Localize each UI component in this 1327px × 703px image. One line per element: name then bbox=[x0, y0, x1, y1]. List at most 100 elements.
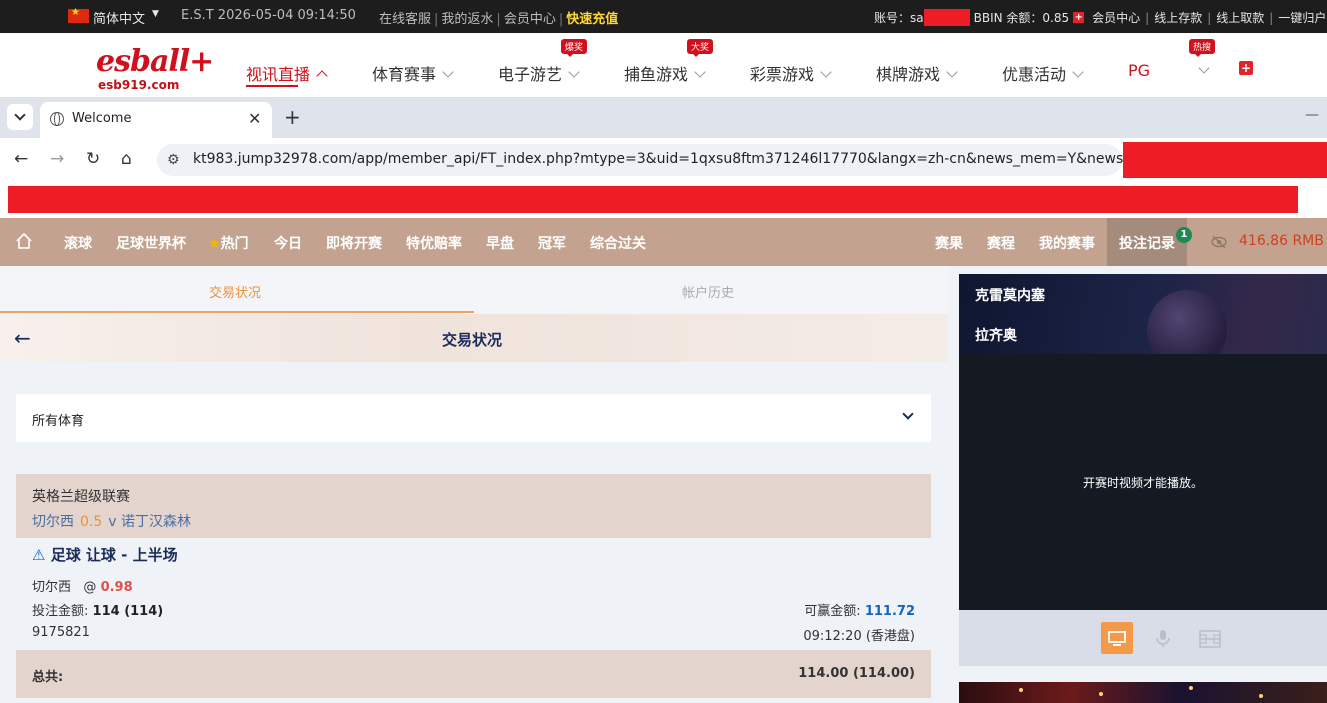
sports-nav: 滚球 足球世界杯 ★热门 今日 即将开赛 特优赔率 早盘 冠军 综合过关 赛果 … bbox=[0, 218, 1327, 266]
site-info-icon[interactable]: ⚙ bbox=[167, 152, 180, 168]
bbin-label: BBIN 余额： bbox=[973, 11, 1043, 25]
est-clock: E.S.T 2026-05-04 09:14:50 bbox=[181, 8, 356, 23]
back-arrow-icon[interactable]: ← bbox=[14, 149, 28, 169]
chevron-down-icon bbox=[902, 408, 914, 420]
back-arrow-icon[interactable]: ← bbox=[14, 326, 31, 350]
link-member-center[interactable]: 会员中心 bbox=[504, 12, 556, 27]
tv-icon[interactable] bbox=[1101, 622, 1133, 654]
video-message: 开赛时视频才能播放。 bbox=[1082, 476, 1203, 490]
nav-slots[interactable]: 电子游艺 bbox=[498, 61, 580, 85]
nav-bet-record[interactable]: 投注记录 bbox=[1119, 233, 1175, 253]
tab-account-history[interactable]: 帐户历史 bbox=[682, 282, 734, 301]
nav-lottery[interactable]: 彩票游戏 bbox=[750, 61, 832, 85]
microphone-icon[interactable] bbox=[1147, 622, 1179, 654]
video-controls bbox=[959, 610, 1327, 666]
nav-today[interactable]: 今日 bbox=[274, 233, 302, 253]
nav-schedule[interactable]: 赛程 bbox=[987, 233, 1015, 253]
win-value: 111.72 bbox=[864, 604, 915, 619]
handicap: 0.5 bbox=[80, 514, 103, 530]
chevron-up-icon bbox=[316, 70, 328, 82]
site-logo[interactable]: esball+ esb919.com bbox=[96, 47, 214, 93]
video-team-home: 克雷莫内塞 bbox=[975, 288, 1045, 304]
home-icon[interactable] bbox=[15, 232, 33, 250]
field-stats-icon[interactable] bbox=[1193, 622, 1225, 654]
bet-record-badge: 1 bbox=[1176, 227, 1192, 243]
link-online-service[interactable]: 在线客服 bbox=[379, 12, 431, 27]
close-icon[interactable]: ✕ bbox=[248, 109, 261, 128]
browser-tab-welcome[interactable]: Welcome ✕ bbox=[40, 102, 272, 138]
right-link-member[interactable]: 会员中心 bbox=[1092, 9, 1140, 26]
tab-transactions[interactable]: 交易状况 bbox=[209, 282, 261, 301]
home-icon[interactable]: ⌂ bbox=[121, 149, 132, 169]
url-text[interactable]: kt983.jump32978.com/app/member_api/FT_in… bbox=[193, 151, 1152, 167]
new-tab-button[interactable]: + bbox=[284, 105, 301, 129]
nav-sports[interactable]: 体育赛事 bbox=[372, 61, 454, 85]
away-team: 诺丁汉森林 bbox=[121, 514, 192, 530]
sport-filter-value: 所有体育 bbox=[32, 414, 85, 429]
nav-hot-search[interactable] bbox=[1192, 61, 1210, 80]
chevron-down-icon bbox=[694, 66, 706, 78]
language-selector[interactable]: 简体中文 bbox=[93, 8, 145, 27]
promo-banner[interactable] bbox=[959, 682, 1327, 703]
reload-icon[interactable]: ↻ bbox=[86, 149, 100, 169]
right-link-deposit[interactable]: 线上存款 bbox=[1154, 9, 1202, 26]
caret-down-icon[interactable]: ▼ bbox=[152, 9, 159, 19]
nav-promotions[interactable]: 优惠活动 bbox=[1002, 61, 1084, 85]
nav-results[interactable]: 赛果 bbox=[935, 233, 963, 253]
tab-search-dropdown[interactable] bbox=[7, 104, 33, 130]
forward-arrow-icon[interactable]: → bbox=[50, 149, 64, 169]
nav-my-events[interactable]: 我的赛事 bbox=[1039, 233, 1095, 253]
video-header: 克雷莫内塞 拉齐奥 bbox=[959, 274, 1327, 354]
refresh-balance-icon[interactable]: + bbox=[1073, 12, 1085, 23]
minimize-icon[interactable]: — bbox=[1305, 107, 1319, 123]
odds-value: 0.98 bbox=[100, 580, 133, 595]
nav-best-odds[interactable]: 特优赔率 bbox=[406, 233, 462, 253]
logo-domain: esb919.com bbox=[98, 78, 180, 92]
right-link-withdraw[interactable]: 线上取款 bbox=[1216, 9, 1264, 26]
league-name: 英格兰超级联赛 bbox=[32, 489, 130, 505]
total-label: 总共: bbox=[32, 670, 64, 685]
chevron-down-icon bbox=[1198, 62, 1210, 74]
browser-tabstrip: Welcome ✕ + — bbox=[0, 98, 1327, 138]
bet-details: ⚠ 足球 让球 - 上半场 切尔西 @ 0.98 投注金额: 114 (114)… bbox=[16, 538, 931, 650]
globe-icon bbox=[50, 112, 64, 126]
nav-hot[interactable]: ★热门 bbox=[208, 233, 249, 253]
stake-value: 114 (114) bbox=[92, 604, 164, 619]
nav-parlay[interactable]: 综合过关 bbox=[590, 233, 646, 253]
right-link-transfer-all[interactable]: 一键归户 bbox=[1278, 9, 1326, 26]
chevron-down-icon bbox=[442, 66, 454, 78]
nav-pg[interactable]: PG bbox=[1128, 61, 1150, 80]
nav-early[interactable]: 早盘 bbox=[486, 233, 514, 253]
nav-chess[interactable]: 棋牌游戏 bbox=[876, 61, 958, 85]
eye-slash-icon[interactable] bbox=[1211, 235, 1227, 249]
nav-world-cup[interactable]: 足球世界杯 bbox=[116, 233, 186, 253]
nav-inplay[interactable]: 滚球 bbox=[64, 233, 92, 253]
link-quick-deposit[interactable]: 快速充值 bbox=[566, 12, 618, 27]
nav-outright[interactable]: 冠军 bbox=[538, 233, 566, 253]
page-title: 交易状况 bbox=[442, 331, 503, 349]
tag-jackpot: 大奖 bbox=[687, 39, 714, 57]
match-line: 切尔西 0.5 v 诺丁汉森林 bbox=[32, 511, 191, 531]
nav-live-casino[interactable]: 视讯直播 bbox=[246, 61, 328, 87]
nav-upcoming[interactable]: 即将开赛 bbox=[326, 233, 382, 253]
link-my-rebate[interactable]: 我的返水 bbox=[441, 12, 493, 27]
active-tab-underline bbox=[0, 311, 474, 313]
tag-hot-slots: 爆奖 bbox=[561, 39, 588, 57]
bet-card: 英格兰超级联赛 切尔西 0.5 v 诺丁汉森林 ⚠ 足球 让球 - 上半场 切尔西 … bbox=[16, 474, 931, 698]
live-video-panel: 克雷莫内塞 拉齐奥 开赛时视频才能播放。 bbox=[959, 274, 1327, 666]
selection-line: 切尔西 @ 0.98 bbox=[32, 580, 133, 595]
nav-fishing[interactable]: 捕鱼游戏 bbox=[624, 61, 706, 85]
total-row: 总共: 114.00 (114.00) bbox=[16, 650, 931, 698]
balance-display: 416.86 RMB bbox=[1239, 233, 1324, 249]
china-flag-icon: ★ bbox=[68, 7, 89, 23]
transaction-panel: 交易状况 帐户历史 ← 交易状况 所有体育 英格兰超级联赛 切尔西 0.5 v 诺丁… bbox=[0, 266, 948, 703]
account-label: 账号： bbox=[874, 11, 911, 25]
site-nav: esball+ esb919.com 视讯直播 体育赛事 电子游艺 爆奖 捕鱼游… bbox=[0, 33, 1327, 98]
chevron-down-icon bbox=[946, 66, 958, 78]
tag-hot-search: 热搜 bbox=[1189, 39, 1216, 57]
chevron-down-icon bbox=[1072, 66, 1084, 78]
bet-header: 英格兰超级联赛 切尔西 0.5 v 诺丁汉森林 bbox=[16, 474, 931, 538]
sport-filter-dropdown[interactable]: 所有体育 bbox=[16, 394, 931, 442]
url-bar[interactable]: ⚙ kt983.jump32978.com/app/member_api/FT_… bbox=[157, 144, 1152, 176]
swiss-flag-icon[interactable]: + bbox=[1239, 61, 1253, 75]
